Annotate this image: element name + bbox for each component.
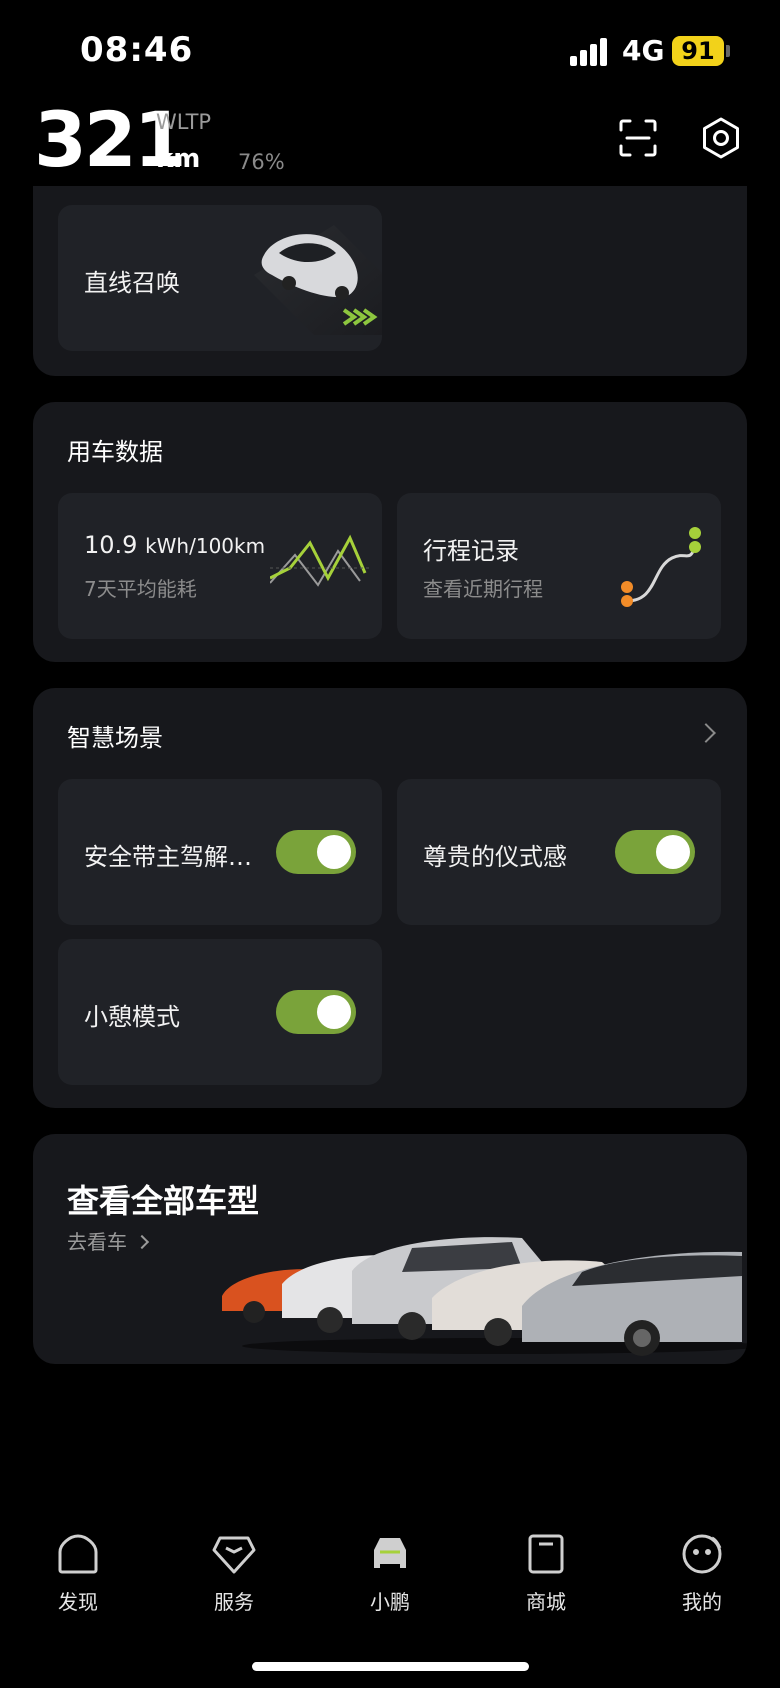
profile-icon — [682, 1534, 722, 1574]
range-unit: km — [156, 144, 201, 174]
scan-icon[interactable] — [618, 118, 658, 158]
tab-profile-label: 我的 — [682, 1590, 722, 1614]
scene-nap-toggle[interactable] — [276, 990, 356, 1034]
toggle-knob — [317, 835, 351, 869]
toggle-knob — [317, 995, 351, 1029]
scene-nap-label: 小憩模式 — [84, 1003, 180, 1031]
summon-car-icon — [254, 225, 382, 335]
energy-tile[interactable]: 10.9 kWh/100km 7天平均能耗 — [58, 493, 382, 639]
service-icon — [212, 1536, 256, 1574]
scene-ceremony-tile: 尊贵的仪式感 — [397, 779, 721, 925]
tab-xpeng[interactable]: 小鹏 — [340, 1530, 440, 1615]
shop-icon — [528, 1534, 564, 1574]
energy-caption: 7天平均能耗 — [84, 577, 197, 601]
summon-label: 直线召唤 — [84, 269, 180, 297]
scene-seatbelt-toggle[interactable] — [276, 830, 356, 874]
tab-service-label: 服务 — [214, 1590, 254, 1614]
settings-icon[interactable] — [699, 116, 743, 160]
toggle-knob — [656, 835, 690, 869]
tab-discover[interactable]: 发现 — [28, 1530, 128, 1615]
usage-data-title: 用车数据 — [67, 438, 163, 466]
energy-unit: kWh/100km — [145, 534, 266, 558]
energy-value-line: 10.9 kWh/100km — [84, 531, 265, 559]
scene-seatbelt-label: 安全带主驾解… — [84, 843, 252, 871]
see-cars-label: 去看车 — [67, 1230, 127, 1254]
all-models-title: 查看全部车型 — [67, 1182, 260, 1220]
summon-card: 直线召唤 — [33, 186, 747, 376]
chevron-right-icon[interactable] — [696, 723, 716, 743]
status-bar: 08:46 4G 91 — [0, 0, 780, 100]
home-indicator[interactable] — [252, 1662, 529, 1671]
battery-tip — [726, 45, 730, 57]
tab-discover-label: 发现 — [58, 1590, 98, 1614]
scene-seatbelt-tile: 安全带主驾解… — [58, 779, 382, 925]
tab-profile[interactable]: 我的 — [652, 1530, 752, 1615]
all-models-card[interactable]: 查看全部车型 去看车 — [33, 1134, 747, 1364]
tab-shop[interactable]: 商城 — [496, 1530, 596, 1615]
vehicle-header: 321 WLTP km 76% — [0, 100, 780, 186]
car-lineup-image — [222, 1237, 747, 1356]
summon-tile[interactable]: 直线召唤 — [58, 205, 382, 351]
energy-chart-icon — [270, 534, 370, 587]
tab-shop-label: 商城 — [526, 1590, 566, 1614]
signal-icon — [570, 38, 610, 66]
trip-record-caption: 查看近期行程 — [423, 577, 543, 601]
tab-service[interactable]: 服务 — [184, 1530, 284, 1615]
status-time: 08:46 — [80, 30, 194, 70]
usage-data-card: 用车数据 10.9 kWh/100km 7天平均能耗 行程记录 查看近期行程 — [33, 402, 747, 662]
trip-record-title: 行程记录 — [423, 537, 519, 565]
network-type: 4G — [622, 34, 665, 67]
discover-icon — [58, 1534, 98, 1574]
battery-percent: 76% — [238, 150, 285, 174]
scene-ceremony-toggle[interactable] — [615, 830, 695, 874]
see-cars-link[interactable]: 去看车 — [67, 1226, 150, 1255]
smart-scenes-card: 智慧场景 安全带主驾解… 尊贵的仪式感 小憩模式 — [33, 688, 747, 1108]
energy-value: 10.9 — [84, 531, 138, 559]
car-icon — [374, 1538, 406, 1568]
trip-record-tile[interactable]: 行程记录 查看近期行程 — [397, 493, 721, 639]
range-standard: WLTP — [156, 110, 212, 134]
chevron-right-icon — [135, 1234, 150, 1250]
tab-xpeng-label: 小鹏 — [370, 1590, 410, 1614]
route-icon — [621, 527, 701, 607]
scene-nap-tile: 小憩模式 — [58, 939, 382, 1085]
smart-scenes-title: 智慧场景 — [67, 724, 163, 752]
bottom-tab-bar: 发现 服务 小鹏 商城 我的 — [0, 1530, 780, 1640]
scene-ceremony-label: 尊贵的仪式感 — [423, 843, 567, 871]
battery-icon: 91 — [672, 36, 724, 66]
